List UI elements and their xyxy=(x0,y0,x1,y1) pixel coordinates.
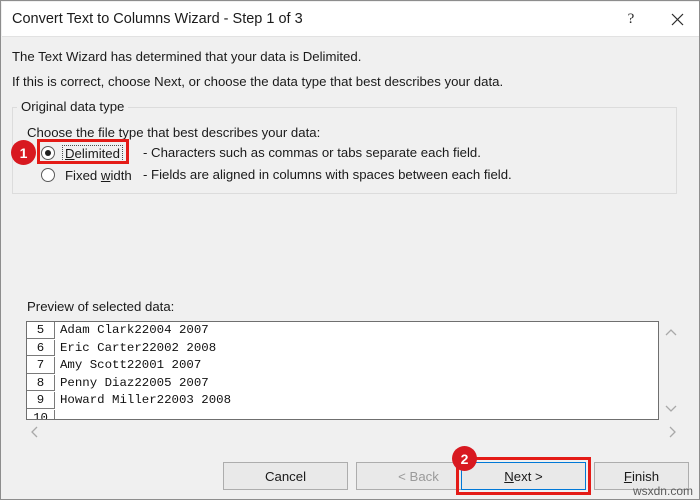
radio-fixed-width-label[interactable]: Fixed width xyxy=(62,167,135,184)
preview-row-text: Amy Scott22001 2007 xyxy=(60,358,202,372)
radio-option-delimited[interactable]: Delimited xyxy=(41,143,123,163)
preview-vertical-scrollbar[interactable] xyxy=(661,321,681,420)
preview-row-text: Eric Carter22002 2008 xyxy=(60,340,217,355)
next-button[interactable]: Next > xyxy=(461,462,586,490)
annotation-badge-2: 2 xyxy=(452,446,477,471)
preview-row: 5 Adam Clark22004 2007 xyxy=(27,322,658,340)
preview-row: 7 Amy Scott22001 2007 xyxy=(27,357,658,375)
preview-horizontal-scrollbar[interactable] xyxy=(26,422,681,442)
preview-row-number: 9 xyxy=(27,392,55,409)
radio-delimited-description: - Characters such as commas or tabs sepa… xyxy=(143,145,481,160)
radio-delimited-label-rest: elimited xyxy=(74,145,120,161)
preview-row: 10 xyxy=(27,409,658,419)
intro-line-2: If this is correct, choose Next, or choo… xyxy=(12,74,504,89)
preview-row: 6 Eric Carter22002 2008 xyxy=(27,339,658,357)
chevron-up-icon[interactable] xyxy=(661,325,681,341)
question-mark-icon: ? xyxy=(627,11,635,27)
radio-fixed-width-icon[interactable] xyxy=(41,168,55,182)
chevron-right-icon[interactable] xyxy=(663,422,681,442)
radio-delimited-icon[interactable] xyxy=(41,146,55,160)
radio-fixed-width-description: - Fields are aligned in columns with spa… xyxy=(143,167,512,182)
group-legend: Original data type xyxy=(17,99,129,114)
chevron-left-icon[interactable] xyxy=(26,422,44,442)
close-button[interactable] xyxy=(654,2,699,37)
preview-data-box[interactable]: 5 Adam Clark22004 2007 6 Eric Carter22002 2… xyxy=(26,321,659,420)
close-x-icon xyxy=(671,13,684,26)
help-button[interactable]: ? xyxy=(608,2,654,37)
chevron-down-icon[interactable] xyxy=(661,400,681,416)
annotation-badge-1: 1 xyxy=(11,140,36,165)
preview-row-number: 7 xyxy=(27,357,55,374)
watermark: wsxdn.com xyxy=(632,484,693,498)
preview-rows-container: 5 Adam Clark22004 2007 6 Eric Carter22002 2… xyxy=(27,322,658,419)
preview-row-number: 10 xyxy=(27,409,55,419)
preview-row-text: Howard Miller22003 2008 xyxy=(60,393,232,407)
title-bar: Convert Text to Columns Wizard - Step 1 … xyxy=(2,2,699,37)
preview-row-number: 5 xyxy=(27,322,55,339)
choose-file-type-label: Choose the file type that best describes… xyxy=(27,125,321,140)
cancel-button[interactable]: Cancel xyxy=(223,462,348,490)
preview-row: 8 Penny Diaz22005 2007 xyxy=(27,374,658,392)
radio-delimited-label[interactable]: Delimited xyxy=(62,144,123,162)
radio-option-fixed-width[interactable]: Fixed width xyxy=(41,165,135,185)
preview-row-text: Adam Clark22004 2007 xyxy=(60,323,209,337)
intro-line-1: The Text Wizard has determined that your… xyxy=(12,49,362,64)
convert-text-to-columns-dialog: Convert Text to Columns Wizard - Step 1 … xyxy=(0,0,700,500)
preview-row-number: 6 xyxy=(27,339,55,356)
preview-label: Preview of selected data: xyxy=(27,299,175,314)
preview-row-text: Penny Diaz22005 2007 xyxy=(60,375,209,390)
preview-row: 9 Howard Miller22003 2008 xyxy=(27,392,658,410)
preview-row-number: 8 xyxy=(27,374,55,391)
dialog-title: Convert Text to Columns Wizard - Step 1 … xyxy=(12,11,303,27)
